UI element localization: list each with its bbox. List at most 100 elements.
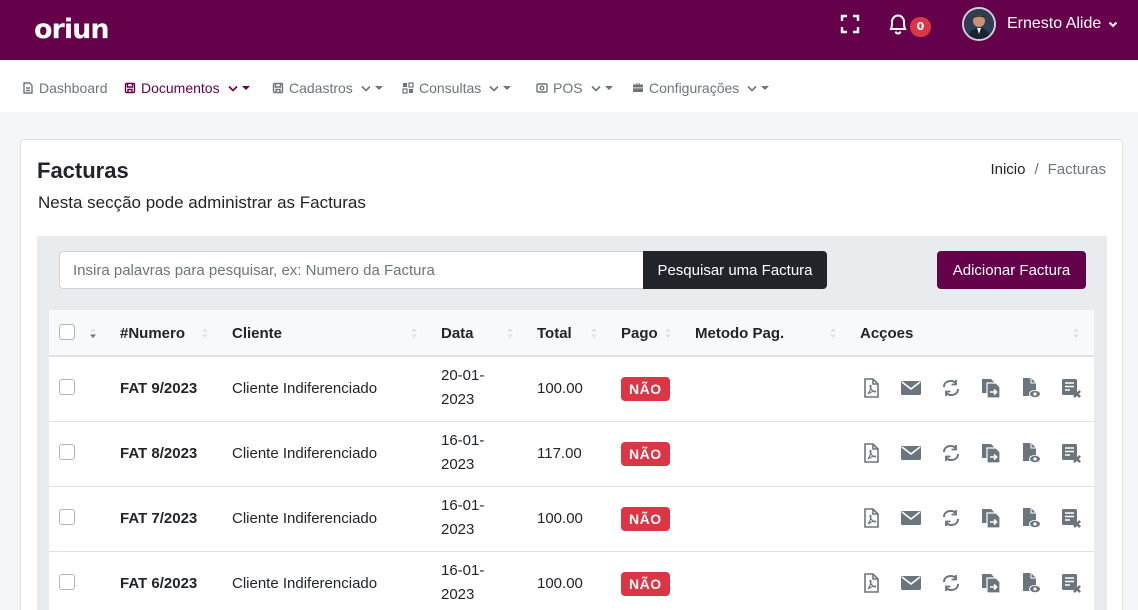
email-icon[interactable] <box>900 507 922 529</box>
invoices-table: #Numero Cliente Data Total Pago Metodo P… <box>49 310 1094 610</box>
column-header-total[interactable]: Total <box>537 325 572 342</box>
view-document-icon[interactable] <box>1020 442 1042 464</box>
add-invoice-button[interactable]: Adicionar Factura <box>937 251 1086 289</box>
cancel-list-icon[interactable] <box>1060 572 1082 594</box>
invoice-number[interactable]: FAT 8/2023 <box>120 445 197 462</box>
copy-document-icon[interactable] <box>980 377 1002 399</box>
user-menu[interactable]: Ernesto Alide <box>962 7 1118 41</box>
column-header-numero[interactable]: #Numero <box>120 325 185 342</box>
view-document-icon[interactable] <box>1020 572 1042 594</box>
copy-document-icon[interactable] <box>980 442 1002 464</box>
notifications-bell-icon[interactable] <box>887 12 909 36</box>
chevron-down-icon <box>489 85 499 92</box>
email-icon[interactable] <box>900 442 922 464</box>
main-nav: Dashboard Documentos Cadastros Consultas… <box>0 60 1138 112</box>
invoice-number[interactable]: FAT 9/2023 <box>120 380 197 397</box>
invoice-number[interactable]: FAT 7/2023 <box>120 510 197 527</box>
sort-icon[interactable] <box>201 326 209 340</box>
invoice-date-line: 16-01- <box>441 562 485 579</box>
sort-icon[interactable] <box>1072 326 1080 340</box>
invoice-date-line: 2023 <box>441 586 475 603</box>
view-document-icon[interactable] <box>1020 507 1042 529</box>
copy-document-icon[interactable] <box>980 572 1002 594</box>
refresh-icon[interactable] <box>940 507 962 529</box>
search-input[interactable] <box>59 251 643 289</box>
client-name: Cliente Indiferenciado <box>232 575 378 592</box>
refresh-icon[interactable] <box>940 377 962 399</box>
view-document-icon[interactable] <box>1020 377 1042 399</box>
email-icon[interactable] <box>900 572 922 594</box>
avatar <box>962 7 996 41</box>
nav-item-cadastros[interactable]: Cadastros <box>272 78 383 98</box>
pdf-icon[interactable] <box>860 507 882 529</box>
copy-document-icon[interactable] <box>980 507 1002 529</box>
user-name: Ernesto Alide <box>1007 15 1102 32</box>
status-badge: NÃO <box>621 442 670 466</box>
invoice-total: 100.00 <box>537 510 583 527</box>
column-header-accoes[interactable]: Acçoes <box>860 325 913 342</box>
cancel-list-icon[interactable] <box>1060 377 1082 399</box>
cancel-list-icon[interactable] <box>1060 507 1082 529</box>
dropdown-caret-icon <box>604 86 613 90</box>
row-checkbox[interactable] <box>59 379 75 395</box>
column-header-pago[interactable]: Pago <box>621 325 658 342</box>
status-badge: NÃO <box>621 572 670 596</box>
sort-icon[interactable] <box>590 326 598 340</box>
nav-item-pos[interactable]: POS <box>536 78 613 98</box>
client-name: Cliente Indiferenciado <box>232 380 378 397</box>
chevron-down-icon <box>228 85 238 92</box>
chevron-down-icon <box>747 85 757 92</box>
invoice-total: 117.00 <box>537 445 582 462</box>
row-checkbox[interactable] <box>59 444 75 460</box>
select-all-checkbox[interactable] <box>59 324 75 340</box>
table-body: FAT 9/2023 Cliente Indiferenciado 20-01-… <box>49 357 1094 610</box>
nav-item-label: Consultas <box>419 80 482 96</box>
breadcrumb-home-link[interactable]: Inicio <box>990 161 1025 178</box>
pos-icon <box>536 83 548 93</box>
column-header-data[interactable]: Data <box>441 325 474 342</box>
invoice-total: 100.00 <box>537 380 583 397</box>
sort-icon[interactable] <box>410 326 418 340</box>
table-header: #Numero Cliente Data Total Pago Metodo P… <box>49 310 1094 357</box>
pdf-icon[interactable] <box>860 442 882 464</box>
breadcrumb: Inicio / Facturas <box>990 161 1106 178</box>
row-checkbox[interactable] <box>59 574 75 590</box>
invoice-date: 16-01- 2023 <box>441 429 511 477</box>
dropdown-caret-icon <box>241 86 250 90</box>
app-logo[interactable]: oriun <box>34 12 110 46</box>
sort-icon[interactable] <box>506 326 514 340</box>
page-title: Facturas <box>37 158 129 183</box>
documents-icon <box>124 82 136 94</box>
dropdown-caret-icon <box>374 86 383 90</box>
invoice-date-line: 16-01- <box>441 497 485 514</box>
refresh-icon[interactable] <box>940 442 962 464</box>
chevron-down-icon <box>361 85 371 92</box>
search-button[interactable]: Pesquisar uma Factura <box>643 251 827 289</box>
fullscreen-icon[interactable] <box>840 14 860 34</box>
nav-item-configuracoes[interactable]: Configurações <box>632 78 770 98</box>
row-checkbox[interactable] <box>59 509 75 525</box>
column-header-metodo-pag[interactable]: Metodo Pag. <box>695 325 784 342</box>
nav-item-documentos[interactable]: Documentos <box>124 78 250 98</box>
nav-item-label: Configurações <box>649 80 740 96</box>
nav-item-dashboard[interactable]: Dashboard <box>22 78 108 98</box>
pdf-icon[interactable] <box>860 377 882 399</box>
table-row: FAT 6/2023 Cliente Indiferenciado 16-01-… <box>49 552 1094 610</box>
table-row: FAT 9/2023 Cliente Indiferenciado 20-01-… <box>49 357 1094 422</box>
email-icon[interactable] <box>900 377 922 399</box>
sort-icon[interactable] <box>89 326 97 340</box>
page-subtitle: Nesta secção pode administrar as Factura… <box>38 193 366 212</box>
cancel-list-icon[interactable] <box>1060 442 1082 464</box>
sort-icon[interactable] <box>664 326 672 340</box>
invoice-date-line: 2023 <box>441 521 475 538</box>
invoice-date: 16-01- 2023 <box>441 494 511 542</box>
column-header-cliente[interactable]: Cliente <box>232 325 282 342</box>
pdf-icon[interactable] <box>860 572 882 594</box>
chevron-down-icon <box>591 85 601 92</box>
nav-item-consultas[interactable]: Consultas <box>402 78 512 98</box>
nav-item-label: Cadastros <box>289 80 353 96</box>
invoice-number[interactable]: FAT 6/2023 <box>120 575 197 592</box>
refresh-icon[interactable] <box>940 572 962 594</box>
sort-icon[interactable] <box>829 326 837 340</box>
invoice-date: 16-01- 2023 <box>441 559 511 607</box>
